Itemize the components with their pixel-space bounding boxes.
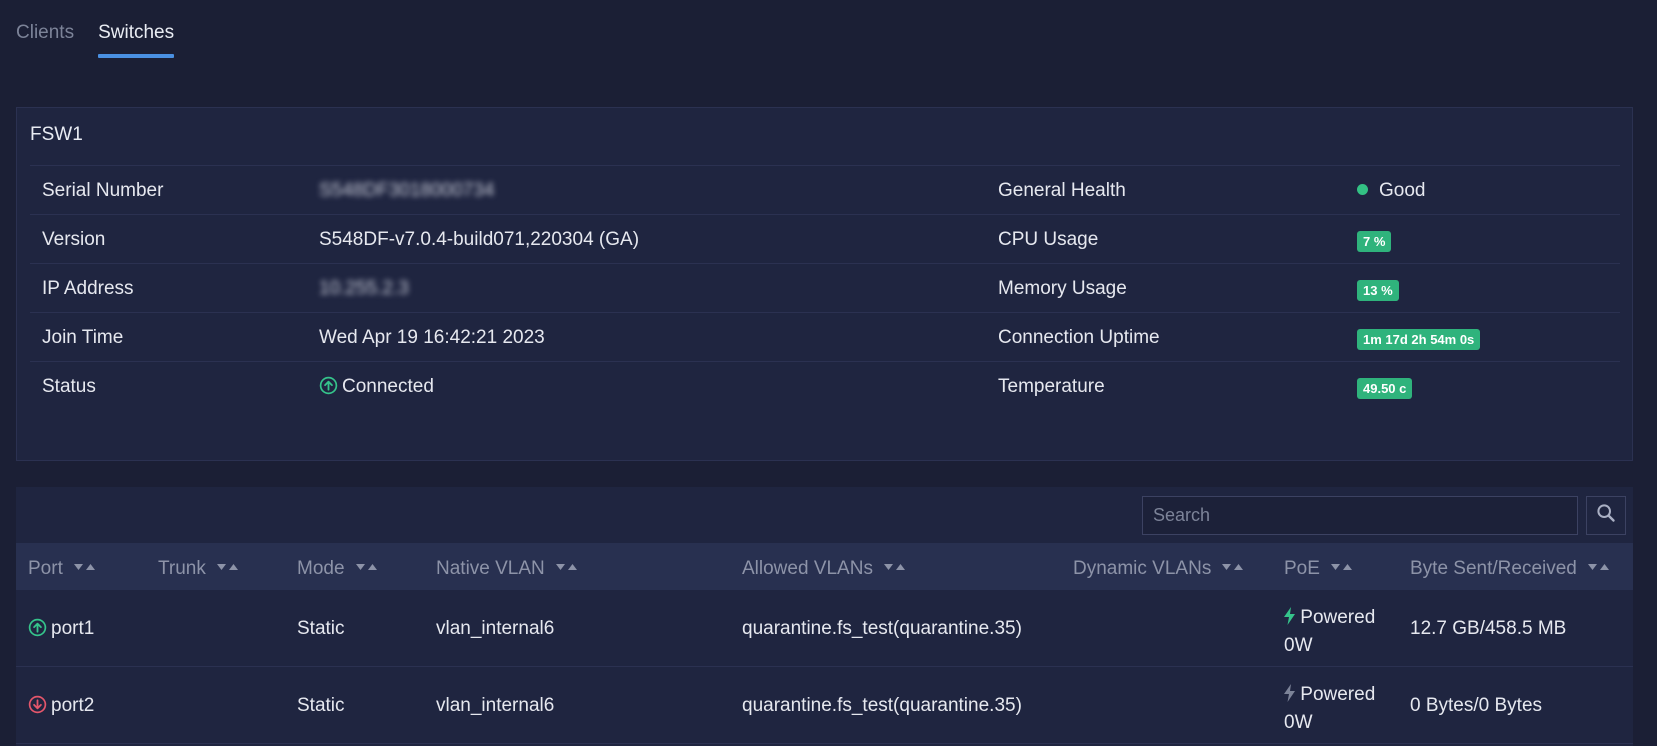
- native-vlan-cell: vlan_internal6: [436, 695, 555, 716]
- temperature-label: Temperature: [998, 376, 1105, 397]
- native-vlan-cell: vlan_internal6: [436, 618, 555, 639]
- column-header-poe[interactable]: PoE: [1284, 556, 1354, 580]
- column-header-allowed-vlans[interactable]: Allowed VLANs: [742, 556, 907, 580]
- general-health-text: Good: [1379, 180, 1426, 201]
- bytes-cell: 0 Bytes/0 Bytes: [1410, 695, 1543, 716]
- poe-cell: Powered 0W: [1284, 681, 1375, 737]
- cpu-usage-label: CPU Usage: [998, 229, 1099, 250]
- poe-watts: 0W: [1284, 712, 1313, 733]
- sort-arrows-icon[interactable]: [1587, 556, 1611, 578]
- status-label: Status: [42, 376, 96, 397]
- search-icon: [1596, 503, 1616, 528]
- cpu-usage-badge: 7 %: [1357, 231, 1392, 252]
- health-status-dot-icon: [1357, 184, 1368, 195]
- switch-detail-card: FSW1 Serial Number S548DF3018000734 Gene…: [16, 107, 1633, 461]
- join-time-value: Wed Apr 19 16:42:21 2023: [319, 327, 545, 348]
- sort-arrows-icon[interactable]: [1221, 556, 1245, 578]
- general-health-label: General Health: [998, 180, 1126, 201]
- memory-usage-label: Memory Usage: [998, 278, 1127, 299]
- port-cell: port1: [28, 618, 94, 643]
- info-row-ip: IP Address 10.255.2.3 Memory Usage 13 %: [30, 263, 1620, 312]
- ports-panel: Port Trunk Mode Native VLAN Allowed VLAN…: [16, 487, 1633, 746]
- search-input[interactable]: [1142, 496, 1578, 535]
- arrow-down-circle-icon: [28, 695, 47, 720]
- version-label: Version: [42, 229, 106, 250]
- poe-status: Powered: [1300, 684, 1376, 705]
- status-value: Connected: [319, 376, 434, 401]
- sort-arrows-icon[interactable]: [883, 556, 907, 578]
- tab-clients[interactable]: Clients: [16, 22, 74, 56]
- ports-table-header: Port Trunk Mode Native VLAN Allowed VLAN…: [16, 543, 1633, 590]
- poe-watts: 0W: [1284, 635, 1313, 656]
- tab-switches[interactable]: Switches: [98, 22, 175, 58]
- arrow-up-circle-icon: [28, 618, 47, 643]
- general-health-value: Good: [1357, 180, 1425, 202]
- info-row-join-time: Join Time Wed Apr 19 16:42:21 2023 Conne…: [30, 312, 1620, 361]
- info-row-status: Status Connected Temperature 49.50 c: [30, 361, 1620, 410]
- table-row[interactable]: port1 Static vlan_internal6 quarantine.f…: [16, 590, 1633, 667]
- mode-cell: Static: [297, 695, 345, 716]
- column-header-native-vlan[interactable]: Native VLAN: [436, 556, 579, 580]
- column-header-trunk[interactable]: Trunk: [158, 556, 240, 580]
- temperature-badge: 49.50 c: [1357, 378, 1413, 399]
- switch-name: FSW1: [30, 124, 83, 145]
- connection-uptime-label: Connection Uptime: [998, 327, 1160, 348]
- memory-usage-badge: 13 %: [1357, 280, 1399, 301]
- sort-arrows-icon[interactable]: [355, 556, 379, 578]
- status-text: Connected: [342, 376, 434, 397]
- port-cell: port2: [28, 695, 94, 720]
- ip-address-label: IP Address: [42, 278, 134, 299]
- sort-arrows-icon[interactable]: [73, 556, 97, 578]
- connection-uptime-badge: 1m 17d 2h 54m 0s: [1357, 329, 1481, 350]
- allowed-vlans-cell: quarantine.fs_test(quarantine.35): [742, 618, 1022, 639]
- column-header-bytes[interactable]: Byte Sent/Received: [1410, 556, 1611, 580]
- info-row-version: Version S548DF-v7.0.4-build071,220304 (G…: [30, 214, 1620, 263]
- port-name[interactable]: port2: [51, 695, 94, 716]
- serial-number-value: S548DF3018000734: [319, 180, 495, 201]
- poe-status: Powered: [1300, 607, 1376, 628]
- join-time-label: Join Time: [42, 327, 124, 348]
- column-header-mode[interactable]: Mode: [297, 556, 379, 580]
- allowed-vlans-cell: quarantine.fs_test(quarantine.35): [742, 695, 1022, 716]
- lightning-bolt-icon: [1284, 607, 1295, 628]
- sort-arrows-icon[interactable]: [555, 556, 579, 578]
- info-row-serial: Serial Number S548DF3018000734 General H…: [30, 165, 1620, 214]
- table-row[interactable]: port2 Static vlan_internal6 quarantine.f…: [16, 667, 1633, 744]
- lightning-bolt-icon: [1284, 684, 1295, 705]
- mode-cell: Static: [297, 618, 345, 639]
- view-tabs: Clients Switches: [16, 22, 175, 58]
- serial-number-label: Serial Number: [42, 180, 164, 201]
- ip-address-value: 10.255.2.3: [319, 278, 409, 299]
- port-name[interactable]: port1: [51, 618, 94, 639]
- column-header-dynamic-vlans[interactable]: Dynamic VLANs: [1073, 556, 1245, 580]
- poe-cell: Powered 0W: [1284, 604, 1375, 660]
- search-button[interactable]: [1586, 496, 1626, 535]
- arrow-up-circle-icon: [319, 376, 338, 401]
- column-header-port[interactable]: Port: [28, 556, 97, 580]
- version-value: S548DF-v7.0.4-build071,220304 (GA): [319, 229, 640, 250]
- bytes-cell: 12.7 GB/458.5 MB: [1410, 618, 1567, 639]
- sort-arrows-icon[interactable]: [1330, 556, 1354, 578]
- sort-arrows-icon[interactable]: [216, 556, 240, 578]
